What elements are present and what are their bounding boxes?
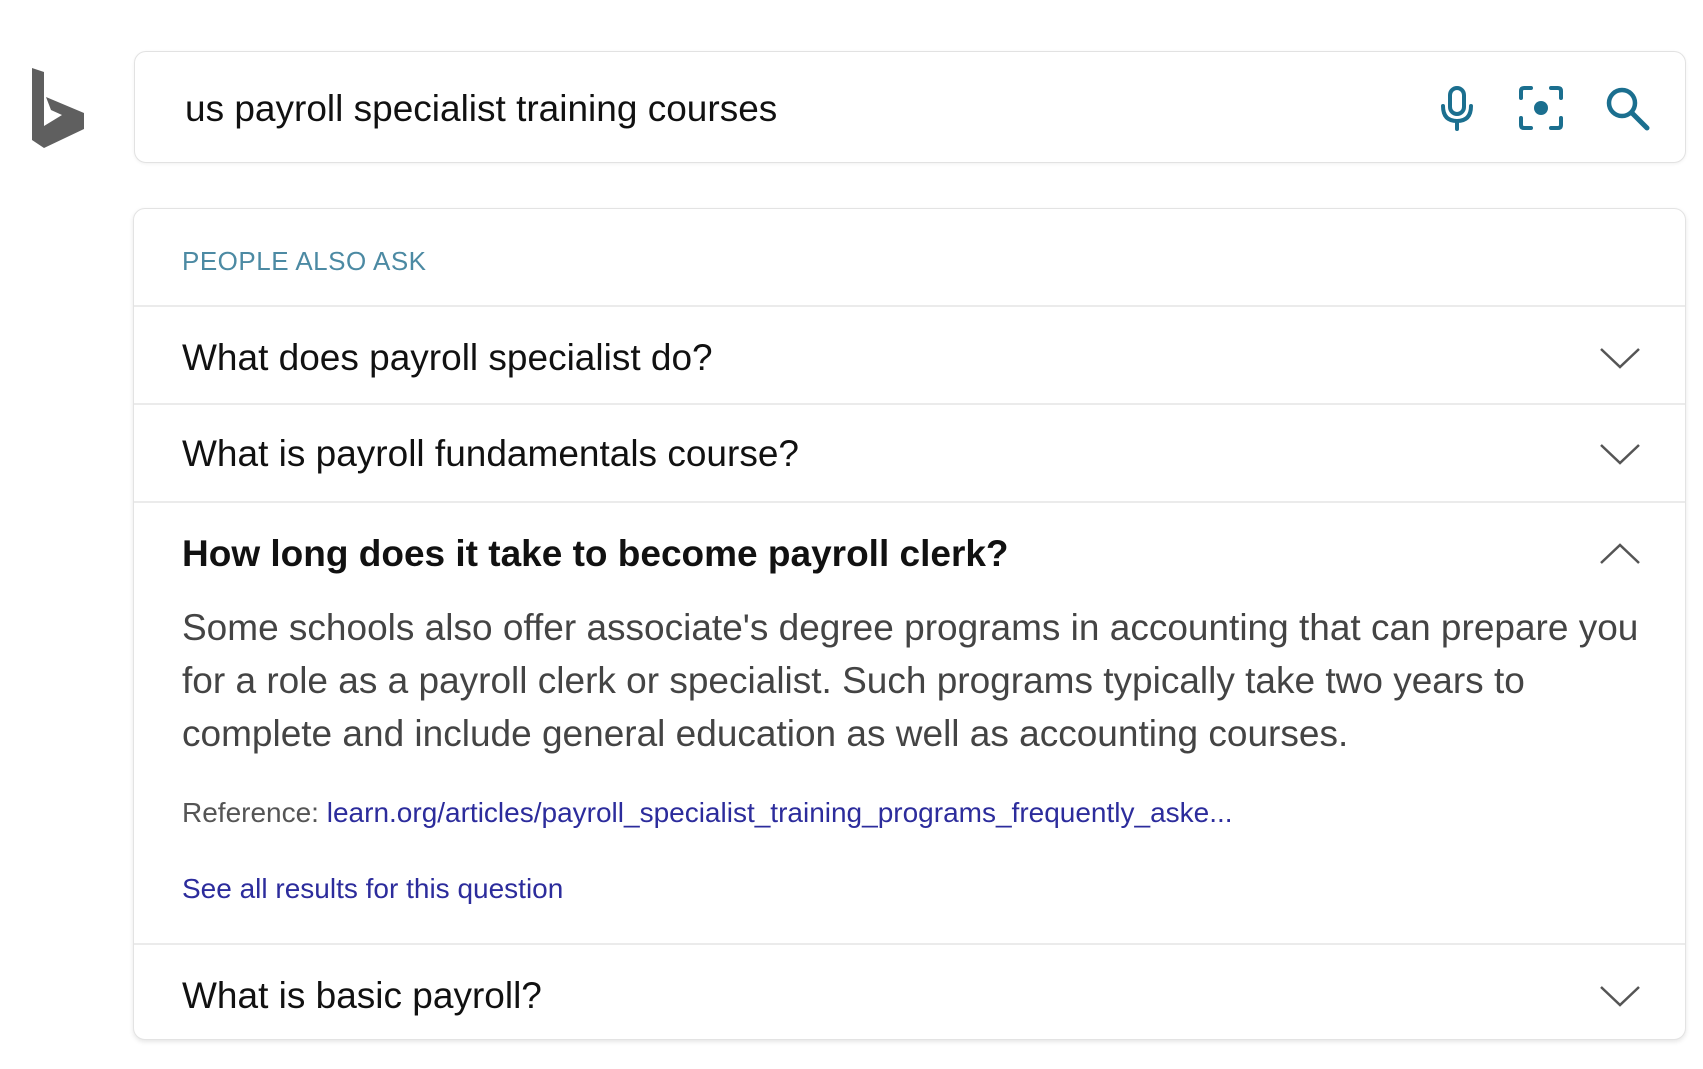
reference-link[interactable]: learn.org/articles/payroll_specialist_tr… bbox=[327, 797, 1233, 828]
microphone-icon[interactable] bbox=[1431, 82, 1483, 134]
question-row-1[interactable]: What does payroll specialist do? bbox=[134, 307, 1685, 403]
question-text: What does payroll specialist do? bbox=[182, 337, 713, 378]
bing-logo[interactable] bbox=[28, 68, 90, 148]
reference-label: Reference: bbox=[182, 797, 327, 828]
reference: Reference: learn.org/articles/payroll_sp… bbox=[182, 797, 1233, 829]
see-all-results-link[interactable]: See all results for this question bbox=[182, 873, 563, 905]
question-row-2[interactable]: What is payroll fundamentals course? bbox=[134, 405, 1685, 501]
question-text: How long does it take to become payroll … bbox=[182, 533, 1009, 574]
chevron-down-icon[interactable] bbox=[1597, 439, 1643, 467]
search-icon[interactable] bbox=[1601, 82, 1653, 134]
answer-text: Some schools also offer associate's degr… bbox=[182, 607, 1639, 754]
chevron-down-icon[interactable] bbox=[1597, 981, 1643, 1009]
question-row-4[interactable]: What is basic payroll? bbox=[134, 945, 1685, 1039]
question-row-3[interactable]: How long does it take to become payroll … bbox=[134, 503, 1685, 603]
people-also-ask-card: PEOPLE ALSO ASK What does payroll specia… bbox=[133, 208, 1686, 1040]
question-text: What is payroll fundamentals course? bbox=[182, 433, 799, 474]
chevron-down-icon[interactable] bbox=[1597, 343, 1643, 371]
chevron-up-icon[interactable] bbox=[1597, 541, 1643, 569]
search-box[interactable]: us payroll specialist training courses bbox=[134, 51, 1686, 163]
people-also-ask-header: PEOPLE ALSO ASK bbox=[182, 246, 427, 276]
search-input[interactable]: us payroll specialist training courses bbox=[185, 88, 777, 130]
question-text: What is basic payroll? bbox=[182, 975, 542, 1016]
visual-search-icon[interactable] bbox=[1515, 82, 1567, 134]
